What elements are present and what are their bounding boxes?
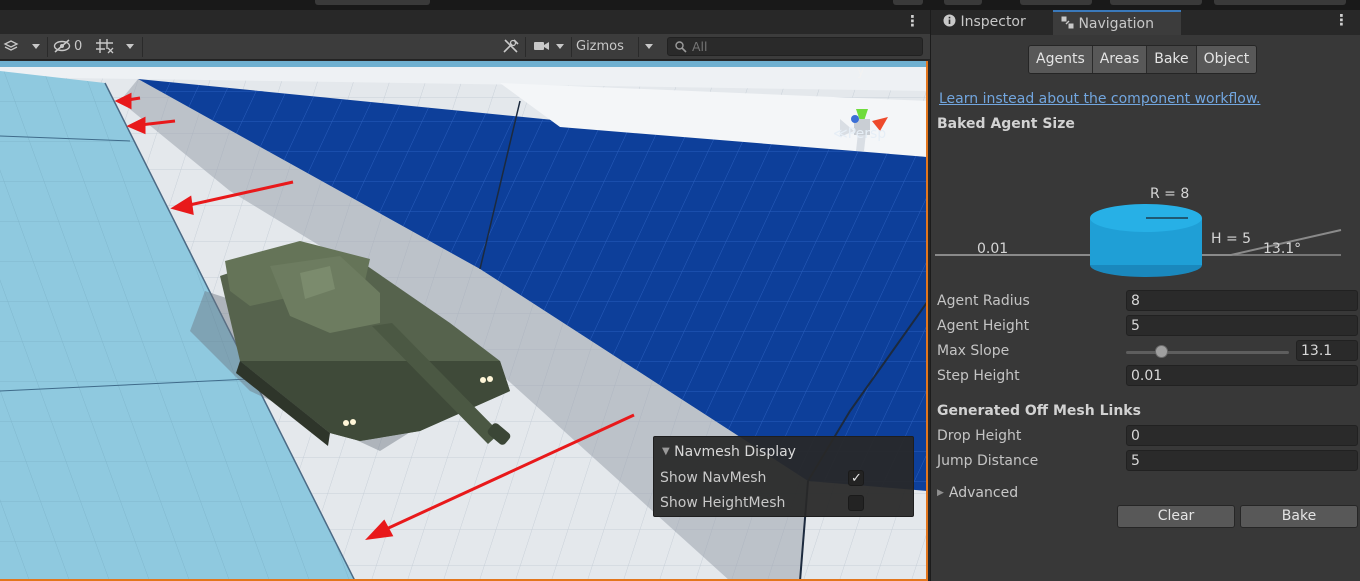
scene-options-kebab-icon[interactable]: ⋮ <box>905 12 920 30</box>
subtab-bake[interactable]: Bake <box>1147 46 1197 73</box>
toolbar-button-group[interactable] <box>315 0 430 5</box>
navmesh-display-header[interactable]: ▼ Navmesh Display <box>662 444 796 460</box>
baked-agent-size-title: Baked Agent Size <box>937 116 1075 132</box>
agent-height-field[interactable] <box>1126 315 1358 336</box>
bake-button[interactable]: Bake <box>1240 505 1358 528</box>
max-slope-slider-thumb[interactable] <box>1155 345 1169 358</box>
layers-dropdown-chevron-down-icon[interactable] <box>30 38 42 56</box>
agent-radius-diagram-label: R = 8 <box>1150 186 1190 202</box>
agent-height-diagram-label: H = 5 <box>1211 231 1252 247</box>
tab-inspector-label: Inspector <box>960 14 1026 30</box>
search-icon <box>674 40 688 58</box>
show-heightmesh-checkbox[interactable] <box>848 495 864 511</box>
advanced-label: Advanced <box>948 485 1019 501</box>
step-height-label: Step Height <box>937 368 1020 384</box>
toolbar-divider <box>571 37 572 57</box>
jump-distance-label: Jump Distance <box>937 453 1039 469</box>
hidden-objects-count: 0 <box>74 39 83 54</box>
collapse-triangle-icon: ▼ <box>662 446 670 457</box>
toolbar-button[interactable] <box>893 0 923 5</box>
step-height-field[interactable] <box>1126 365 1358 386</box>
component-workflow-link[interactable]: Learn instead about the component workfl… <box>939 91 1260 107</box>
toolbar-divider <box>142 37 143 57</box>
camera-icon[interactable] <box>533 38 551 56</box>
foldout-triangle-icon: ▶ <box>937 488 944 498</box>
panel-tab-bar: Inspector Navigation ⋮ <box>931 10 1360 35</box>
toolbar-divider <box>638 37 639 57</box>
show-navmesh-checkbox[interactable]: ✓ <box>848 470 864 486</box>
camera-dropdown-chevron-down-icon[interactable] <box>554 38 566 56</box>
navmesh-display-overlay: ▼ Navmesh Display Show NavMesh ✓ Show He… <box>653 436 914 517</box>
perspective-toggle[interactable]: ≪Persp <box>833 126 886 142</box>
toolbar-divider <box>525 37 526 57</box>
layers-icon[interactable] <box>3 38 19 56</box>
checkmark-icon: ✓ <box>851 471 862 486</box>
inspector-panel: Inspector Navigation ⋮ Agents Areas Bake… <box>930 10 1360 581</box>
agent-size-diagram <box>935 204 1342 277</box>
grid-dropdown-chevron-down-icon[interactable] <box>124 38 136 56</box>
hidden-objects-eye-slash-icon[interactable] <box>52 38 72 56</box>
navigation-subtabs: Agents Areas Bake Object <box>1028 45 1258 74</box>
editor-top-strip <box>0 0 1360 10</box>
scene-tab-bar: ⋮ <box>0 10 930 34</box>
gizmos-dropdown-chevron-down-icon[interactable] <box>643 38 655 56</box>
drop-height-field[interactable] <box>1126 425 1358 446</box>
scene-search-box[interactable] <box>667 37 923 56</box>
tab-navigation-label: Navigation <box>1078 16 1154 32</box>
toolbar-button[interactable] <box>944 0 982 5</box>
info-icon <box>943 14 960 30</box>
agent-radius-field[interactable] <box>1126 290 1358 311</box>
drop-height-label: Drop Height <box>937 428 1022 444</box>
show-heightmesh-label: Show HeightMesh <box>660 495 786 511</box>
navigation-icon <box>1061 16 1078 32</box>
clear-button[interactable]: Clear <box>1117 505 1235 528</box>
show-navmesh-label: Show NavMesh <box>660 470 767 486</box>
gizmo-axis-y-label: y <box>857 64 865 79</box>
scene-search-input[interactable] <box>692 39 917 54</box>
subtab-object[interactable]: Object <box>1196 46 1257 73</box>
off-mesh-links-title: Generated Off Mesh Links <box>937 403 1141 419</box>
scene-toolbar: 0 Gizmos <box>0 34 930 60</box>
subtab-areas[interactable]: Areas <box>1092 46 1148 73</box>
toolbar-button[interactable] <box>1020 0 1092 5</box>
persp-chevron-icon: ≪ <box>833 126 848 142</box>
tools-icon[interactable] <box>502 38 520 56</box>
step-height-diagram-label: 0.01 <box>977 241 1009 257</box>
max-slope-diagram-label: 13.1° <box>1263 241 1302 257</box>
toolbar-button[interactable] <box>1214 0 1346 5</box>
navmesh-display-title: Navmesh Display <box>674 444 796 460</box>
subtab-agents[interactable]: Agents <box>1029 46 1093 73</box>
agent-height-label: Agent Height <box>937 318 1030 334</box>
agent-radius-label: Agent Radius <box>937 293 1030 309</box>
tab-inspector[interactable]: Inspector <box>943 10 1026 35</box>
panel-options-kebab-icon[interactable]: ⋮ <box>1334 11 1349 29</box>
max-slope-label: Max Slope <box>937 343 1010 359</box>
tab-navigation[interactable]: Navigation <box>1053 10 1181 35</box>
toolbar-divider <box>47 37 48 57</box>
scene-view-panel: ⋮ 0 Gizmos All y ≪Persp ▼ Navmesh Displa… <box>0 10 930 581</box>
max-slope-slider-track[interactable] <box>1126 351 1289 354</box>
gizmos-button[interactable]: Gizmos <box>576 38 624 56</box>
toolbar-button[interactable] <box>1110 0 1202 5</box>
persp-label: Persp <box>847 126 887 142</box>
max-slope-field[interactable] <box>1296 340 1358 361</box>
jump-distance-field[interactable] <box>1126 450 1358 471</box>
grid-snap-icon[interactable] <box>95 38 115 56</box>
advanced-foldout[interactable]: ▶ Advanced <box>937 485 1018 501</box>
